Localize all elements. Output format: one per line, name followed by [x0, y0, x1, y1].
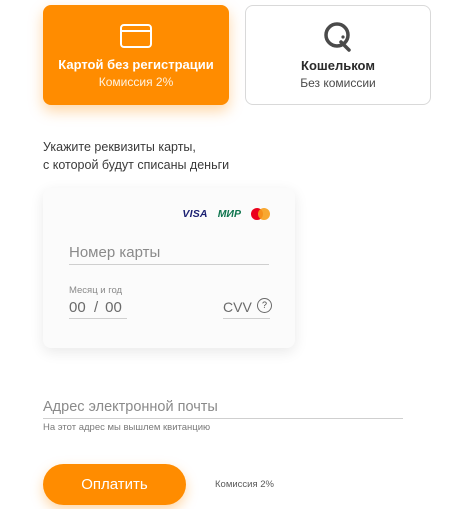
payment-page: Картой без регистрации Комиссия 2% Кошел…	[0, 0, 474, 509]
card-form: VISA МИР Месяц и год / ?	[43, 188, 295, 348]
method-card-subtitle: Комиссия 2%	[98, 75, 174, 89]
instructions-line-2: с которой будут списаны деньги	[43, 158, 230, 172]
cvv-input[interactable]	[223, 299, 255, 315]
email-hint: На этот адрес мы вышлем квитанцию	[43, 422, 211, 433]
mir-logo: МИР	[217, 208, 241, 220]
visa-logo: VISA	[182, 208, 208, 220]
card-number-input[interactable]	[69, 240, 269, 265]
method-card-tab[interactable]: Картой без регистрации Комиссия 2%	[43, 5, 229, 105]
expiry-year-input[interactable]	[105, 298, 124, 316]
email-input[interactable]	[43, 396, 403, 419]
expiry-month-input[interactable]	[69, 298, 87, 316]
method-wallet-tab[interactable]: Кошельком Без комиссии	[245, 5, 431, 105]
pay-button[interactable]: Оплатить	[43, 464, 186, 505]
method-wallet-title: Кошельком	[301, 58, 375, 73]
method-card-title: Картой без регистрации	[58, 57, 214, 72]
instructions-line-1: Укажите реквизиты карты,	[43, 140, 196, 154]
mastercard-icon	[251, 208, 271, 220]
card-instructions: Укажите реквизиты карты, с которой будут…	[43, 138, 229, 174]
method-wallet-subtitle: Без комиссии	[300, 76, 376, 90]
card-brands: VISA МИР	[182, 208, 271, 220]
credit-card-icon	[120, 24, 152, 48]
mastercard-yellow-circle	[258, 208, 270, 220]
expiry-field: /	[69, 296, 127, 319]
cvv-help-icon[interactable]: ?	[257, 298, 272, 313]
expiry-label: Месяц и год	[69, 285, 123, 296]
expiry-separator: /	[94, 298, 99, 316]
qiwi-logo-icon	[324, 22, 351, 52]
fee-note: Комиссия 2%	[215, 479, 274, 490]
